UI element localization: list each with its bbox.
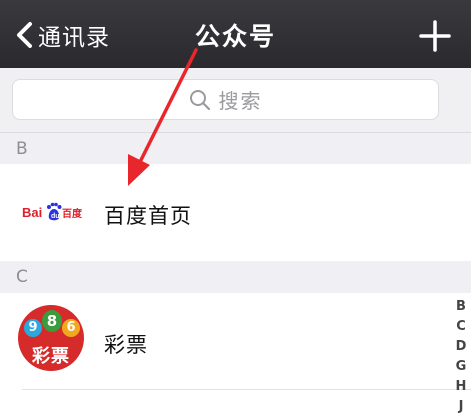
section-header-b: B bbox=[0, 134, 471, 164]
svg-text:Bai: Bai bbox=[22, 205, 42, 220]
page-title: 公众号 bbox=[194, 22, 276, 51]
lottery-avatar: 9 8 6 彩票 bbox=[18, 305, 84, 371]
list-item-label: 百度首页 bbox=[104, 204, 192, 228]
row-divider bbox=[22, 389, 471, 390]
lottery-ball: 9 bbox=[24, 319, 42, 337]
list-item-lottery[interactable]: 9 8 6 彩票 彩票 bbox=[0, 293, 471, 413]
index-letter-j[interactable]: J bbox=[459, 397, 464, 413]
search-area: 搜索 bbox=[0, 68, 471, 133]
official-accounts-screen: 通讯录 公众号 搜索 B Bai du 百度 百度首页 C 9 8 6 彩票 彩… bbox=[0, 0, 471, 413]
index-letter-h[interactable]: H bbox=[456, 377, 467, 397]
navigation-bar: 通讯录 公众号 bbox=[0, 0, 471, 68]
index-letter-d[interactable]: D bbox=[456, 337, 467, 357]
section-index-bar[interactable]: B C D G H J bbox=[452, 297, 470, 413]
lottery-avatar-text: 彩票 bbox=[32, 346, 70, 367]
plus-icon[interactable] bbox=[419, 20, 451, 52]
index-letter-b[interactable]: B bbox=[456, 297, 466, 317]
index-letter-c[interactable]: C bbox=[456, 317, 466, 337]
baidu-logo: Bai du 百度 bbox=[22, 202, 83, 221]
search-input[interactable]: 搜索 bbox=[12, 79, 439, 120]
section-header-c: C bbox=[0, 262, 471, 292]
svg-text:百度: 百度 bbox=[62, 207, 83, 220]
index-letter-g[interactable]: G bbox=[456, 357, 467, 377]
list-item-label: 彩票 bbox=[104, 333, 148, 357]
svg-text:du: du bbox=[51, 213, 60, 220]
lottery-ball: 6 bbox=[62, 319, 80, 337]
search-placeholder: 搜索 bbox=[218, 89, 263, 113]
lottery-ball: 8 bbox=[42, 310, 62, 332]
search-icon bbox=[189, 89, 210, 110]
list-item-baidu[interactable]: Bai du 百度 百度首页 bbox=[0, 164, 471, 261]
